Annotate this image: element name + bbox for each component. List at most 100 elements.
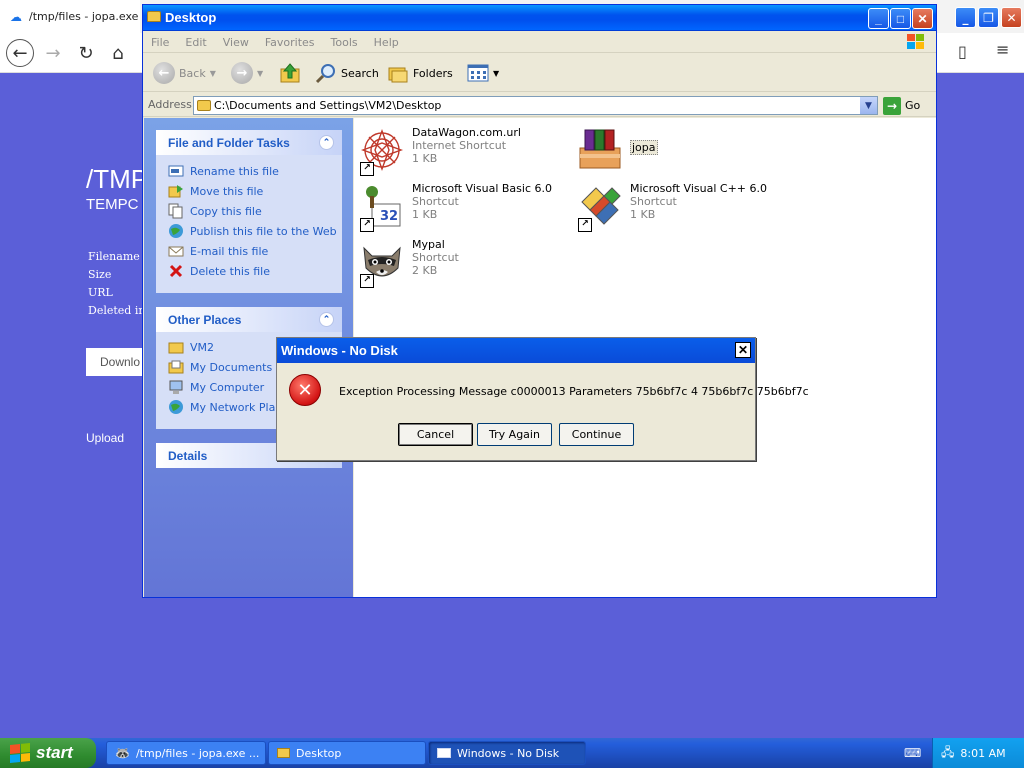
- email-file-label: E-mail this file: [190, 244, 269, 258]
- move-file-link[interactable]: Move this file: [156, 181, 342, 201]
- svg-text:32: 32: [380, 209, 398, 224]
- back-label: Back: [179, 66, 206, 80]
- reload-icon[interactable]: ↻: [72, 39, 100, 67]
- file-item-datawagon[interactable]: ↗ DataWagon.com.url Internet Shortcut 1 …: [358, 126, 568, 176]
- winrar-archive-icon: [579, 129, 621, 169]
- file-name: Microsoft Visual C++ 6.0: [630, 182, 767, 195]
- taskbar-item-desktop[interactable]: Desktop: [268, 741, 426, 765]
- menu-help[interactable]: Help: [366, 36, 407, 49]
- filename-label: Filename: [88, 250, 140, 263]
- publish-icon: [169, 224, 183, 238]
- network-icon: [169, 400, 183, 414]
- file-item-mypal[interactable]: ↗ Mypal Shortcut 2 KB: [358, 238, 568, 288]
- page-subtitle: TEMPC: [86, 196, 139, 213]
- toolbar: ← Back ▼ → ▼ Search Folders ▼: [143, 54, 936, 92]
- cancel-button[interactable]: Cancel: [398, 423, 473, 446]
- search-button[interactable]: Search: [315, 60, 379, 86]
- explorer-title-bar[interactable]: Desktop _ □ ✕: [143, 5, 936, 31]
- reader-view-icon[interactable]: ▯: [958, 42, 967, 61]
- network-tray-icon[interactable]: 🖧: [941, 743, 954, 764]
- views-button[interactable]: ▼: [467, 60, 499, 86]
- no-disk-dialog: Windows - No Disk ✕ ✕ Exception Processi…: [276, 337, 809, 461]
- shortcut-arrow-icon: ↗: [578, 218, 592, 232]
- file-size: 1 KB: [412, 152, 438, 165]
- continue-button[interactable]: Continue: [559, 423, 634, 446]
- minimize-icon[interactable]: _: [868, 8, 889, 29]
- address-value: C:\Documents and Settings\VM2\Desktop: [214, 99, 442, 112]
- chevron-down-icon: ▼: [209, 68, 216, 78]
- url-label: URL: [88, 286, 113, 299]
- menu-favorites[interactable]: Favorites: [257, 36, 323, 49]
- forward-arrow-icon[interactable]: →: [39, 39, 67, 67]
- place-vm2-label: VM2: [190, 340, 215, 354]
- rename-file-link[interactable]: Rename this file: [156, 161, 342, 181]
- hamburger-menu-icon[interactable]: ≡: [996, 40, 1009, 59]
- address-input[interactable]: C:\Documents and Settings\VM2\Desktop ▼: [193, 96, 878, 115]
- go-button[interactable]: → Go: [883, 96, 920, 115]
- browser-tab[interactable]: ☁ /tmp/files - jopa.exe: [0, 0, 140, 33]
- menu-tools[interactable]: Tools: [323, 36, 366, 49]
- menu-file[interactable]: File: [143, 36, 177, 49]
- other-places-header[interactable]: Other Places ⌃: [156, 307, 342, 332]
- folder-icon: [147, 11, 161, 22]
- taskbar-item-browser[interactable]: 🦝 /tmp/files - jopa.exe ...: [106, 741, 266, 765]
- taskbar-item-dialog[interactable]: Windows - No Disk: [428, 741, 586, 765]
- home-icon[interactable]: ⌂: [104, 39, 132, 67]
- mypal-raccoon-icon: 🦝: [115, 746, 130, 760]
- close-icon[interactable]: ✕: [735, 342, 751, 358]
- delete-file-link[interactable]: Delete this file: [156, 261, 342, 281]
- try-again-button[interactable]: Try Again: [477, 423, 552, 446]
- close-icon[interactable]: ✕: [912, 8, 933, 29]
- shortcut-arrow-icon: ↗: [360, 218, 374, 232]
- publish-web-link[interactable]: Publish this file to the Web: [156, 221, 342, 241]
- chevron-down-icon: ▼: [257, 68, 264, 78]
- folders-button[interactable]: Folders: [387, 60, 453, 86]
- outer-minimize-icon[interactable]: _: [955, 7, 976, 28]
- taskbar-item-label: Desktop: [296, 746, 342, 760]
- dialog-title-bar[interactable]: Windows - No Disk ✕: [277, 338, 755, 363]
- rename-file-label: Rename this file: [190, 164, 279, 178]
- download-button[interactable]: Downlo: [86, 348, 146, 376]
- file-size: 1 KB: [412, 208, 438, 221]
- system-tray: 🖧 8:01 AM: [932, 738, 1024, 768]
- outer-close-icon[interactable]: ✕: [1001, 7, 1022, 28]
- file-name: DataWagon.com.url: [412, 126, 521, 139]
- file-folder-tasks-header[interactable]: File and Folder Tasks ⌃: [156, 130, 342, 155]
- clock[interactable]: 8:01 AM: [960, 747, 1005, 760]
- collapse-chevron-icon[interactable]: ⌃: [319, 312, 334, 327]
- deleted-in-label: Deleted in: [88, 304, 146, 317]
- outer-restore-icon[interactable]: ❐: [978, 7, 999, 28]
- address-label: Address: [148, 98, 192, 111]
- up-folder-icon: [280, 63, 300, 83]
- folders-icon: [388, 67, 408, 83]
- email-file-link[interactable]: E-mail this file: [156, 241, 342, 261]
- delete-icon: [169, 264, 183, 278]
- start-button[interactable]: start: [0, 738, 96, 768]
- file-type: Shortcut: [412, 195, 459, 208]
- collapse-chevron-icon[interactable]: ⌃: [319, 135, 334, 150]
- chevron-down-icon[interactable]: ▼: [860, 97, 877, 114]
- back-arrow-icon[interactable]: ←: [6, 39, 34, 67]
- file-size: 1 KB: [630, 208, 656, 221]
- start-label: start: [36, 743, 73, 762]
- forward-button[interactable]: → ▼: [231, 60, 263, 86]
- file-item-vb6[interactable]: 32 ↗ Microsoft Visual Basic 6.0 Shortcut…: [358, 182, 568, 232]
- file-item-jopa[interactable]: jopa: [576, 126, 786, 176]
- menu-view[interactable]: View: [215, 36, 257, 49]
- explorer-window: Desktop _ □ ✕ File Edit View Favorites T…: [142, 4, 937, 598]
- up-folder-button[interactable]: [279, 60, 301, 86]
- keyboard-icon[interactable]: ⌨: [904, 746, 921, 760]
- maximize-icon[interactable]: □: [890, 8, 911, 29]
- back-button[interactable]: ← Back ▼: [153, 60, 216, 86]
- publish-web-label: Publish this file to the Web: [190, 224, 337, 238]
- size-label: Size: [88, 268, 112, 281]
- place-my-documents-label: My Documents: [190, 360, 273, 374]
- copy-file-label: Copy this file: [190, 204, 262, 218]
- place-my-computer-label: My Computer: [190, 380, 265, 394]
- file-type: Shortcut: [412, 251, 459, 264]
- file-item-vcpp6[interactable]: ↗ Microsoft Visual C++ 6.0 Shortcut 1 KB: [576, 182, 786, 232]
- upload-label[interactable]: Upload: [86, 431, 124, 445]
- copy-file-link[interactable]: Copy this file: [156, 201, 342, 221]
- my-documents-icon: [168, 360, 184, 374]
- menu-edit[interactable]: Edit: [177, 36, 214, 49]
